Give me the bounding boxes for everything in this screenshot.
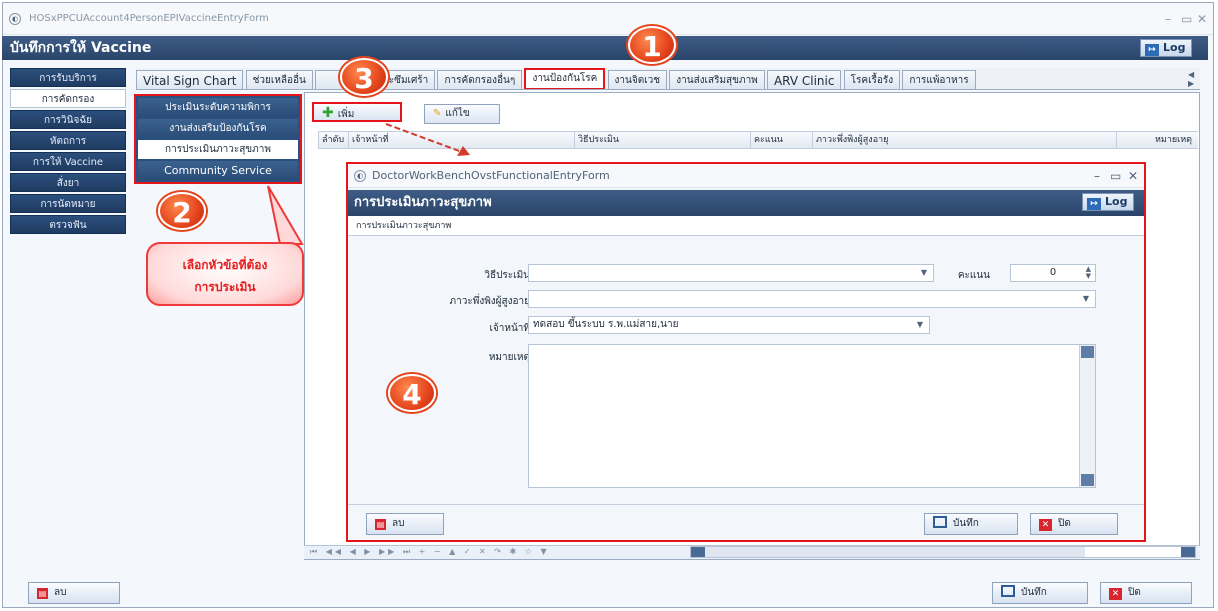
minimize-icon[interactable]: – [1165, 3, 1171, 35]
dialog-delete-button[interactable]: ▤ ลบ [366, 513, 444, 535]
score-label: คะแนน [957, 270, 990, 281]
left-nav-item-dental[interactable]: ตรวจฟัน [10, 215, 126, 234]
delete-button[interactable]: ▤ ลบ [28, 582, 120, 604]
staff-label: เจ้าหน้าที่ [489, 323, 530, 334]
tab-other-help[interactable]: ช่วยเหลืออื่น [245, 70, 313, 89]
tab-disease-prevention[interactable]: งานป้องกันโรค [524, 68, 606, 89]
window-title: HOSxPPCUAccount4PersonEPIVaccineEntryFor… [29, 13, 269, 24]
trash-icon: ▤ [375, 519, 386, 530]
dialog-log-button[interactable]: ↦ Log [1082, 193, 1135, 211]
note-scrollbar[interactable] [1079, 345, 1095, 487]
spinner-icon[interactable]: ▲ ▼ [1086, 266, 1091, 280]
dialog-header-title: การประเมินภาวะสุขภาพ [354, 195, 492, 210]
dialog-logo-icon: ◐ [354, 170, 366, 182]
scroll-left-icon[interactable] [691, 547, 705, 557]
dashed-arrow [385, 123, 470, 156]
page-title: บันทึกการให้ Vaccine [10, 40, 152, 56]
save-button[interactable]: บันทึก [992, 582, 1088, 604]
page-header: บันทึกการให้ Vaccine ↦ Log [2, 36, 1208, 60]
tab-food-allergy[interactable]: การแพ้อาหาร [902, 70, 976, 89]
note-textarea[interactable] [528, 344, 1096, 488]
callout-badge-3: 3 [340, 58, 388, 96]
app-logo-icon: ◐ [9, 13, 21, 25]
note-label: หมายเหตุ [488, 352, 530, 363]
dependency-select[interactable]: ▼ [528, 290, 1096, 308]
dialog-close-button[interactable]: ✕ ปิด [1030, 513, 1118, 535]
scroll-right-icon[interactable] [1181, 547, 1195, 557]
column-header-dependency[interactable]: ภาวะพึ่งพิงผู้สูงอายุ [812, 132, 1116, 148]
chevron-down-icon: ▼ [920, 268, 927, 277]
log-button[interactable]: ↦ Log [1140, 39, 1193, 57]
close-button[interactable]: ✕ ปิด [1100, 582, 1192, 604]
close-icon[interactable]: ✕ [1197, 3, 1207, 35]
sub-nav-item-health-assessment[interactable]: การประเมินภาวะสุขภาพ [138, 140, 298, 159]
tab-strip: Vital Sign Chart ช่วยเหลืออื่น องภาวะซึม… [136, 68, 1200, 90]
sub-nav-item-disability[interactable]: ประเมินระดับความพิการ [138, 98, 298, 117]
scroll-down-icon[interactable] [1081, 474, 1094, 486]
left-nav-item-diagnosis[interactable]: การวินิจฉัย [10, 110, 126, 129]
left-nav-item-vaccine[interactable]: การให้ Vaccine [10, 152, 126, 171]
left-nav-item-screening[interactable]: การคัดกรอง [10, 89, 126, 108]
dependency-label: ภาวะพึ่งพิงผู้สูงอายุ [449, 296, 530, 307]
left-nav-item-appointment[interactable]: การนัดหมาย [10, 194, 126, 213]
callout-badge-1: 1 [628, 26, 676, 64]
dialog-log-icon: ↦ [1087, 198, 1101, 210]
callout-badge-4: 4 [388, 374, 436, 412]
save-icon [1001, 585, 1015, 597]
instruction-bubble: เลือกหัวข้อที่ต้อง การประเมิน [146, 242, 304, 306]
scroll-up-icon[interactable] [1081, 346, 1094, 358]
dialog-save-button[interactable]: บันทึก [924, 513, 1018, 535]
left-nav-item-service[interactable]: การรับบริการ [10, 68, 126, 87]
left-nav-item-prescription[interactable]: สั่งยา [10, 173, 126, 192]
scroll-thumb[interactable] [705, 547, 1085, 557]
tab-vital-sign-chart[interactable]: Vital Sign Chart [136, 70, 244, 89]
maximize-icon[interactable]: ▭ [1181, 3, 1192, 35]
left-nav: การรับบริการ การคัดกรอง การวินิจฉัย หัตถ… [10, 68, 126, 236]
bubble-pointer [267, 185, 304, 245]
method-select[interactable]: ▼ [528, 264, 934, 282]
sub-nav: ประเมินระดับความพิการ งานส่งเสริมป้องกัน… [134, 94, 302, 184]
tab-psychiatry[interactable]: งานจิตเวช [607, 70, 668, 89]
window-titlebar: ◐ HOSxPPCUAccount4PersonEPIVaccineEntryF… [3, 3, 1213, 35]
dialog-subtitle: การประเมินภาวะสุขภาพ [348, 216, 1144, 236]
staff-select[interactable]: ทดสอบ ขึ้นระบบ ร.พ.แม่สาย,นาย ▼ [528, 316, 930, 334]
dialog-maximize-icon[interactable]: ▭ [1110, 164, 1121, 188]
dialog-minimize-icon[interactable]: – [1094, 164, 1100, 188]
horizontal-scrollbar[interactable] [690, 546, 1196, 558]
log-icon: ↦ [1145, 44, 1159, 56]
tab-scroll-arrows[interactable]: ◀ ▶ [1188, 70, 1218, 88]
dialog-header: การประเมินภาวะสุขภาพ ↦ Log [348, 190, 1144, 216]
tab-other-screening[interactable]: การคัดกรองอื่นๆ [437, 70, 523, 89]
sub-nav-item-prevention[interactable]: งานส่งเสริมป้องกันโรค [138, 119, 298, 138]
trash-icon: ▤ [37, 588, 48, 599]
score-spinner[interactable]: 0 ▲ ▼ [1010, 264, 1096, 282]
method-label: วิธีประเมิน [484, 270, 530, 281]
health-assessment-dialog: ◐ DoctorWorkBenchOvstFunctionalEntryForm… [346, 162, 1146, 542]
dialog-footer: ▤ ลบ บันทึก ✕ ปิด [348, 504, 1144, 540]
column-header-score[interactable]: คะแนน [750, 132, 812, 148]
column-header-method[interactable]: วิธีประเมิน [574, 132, 750, 148]
dialog-titlebar: ◐ DoctorWorkBenchOvstFunctionalEntryForm… [348, 164, 1144, 188]
close-x-icon: ✕ [1109, 588, 1122, 600]
sub-nav-item-community-service[interactable]: Community Service [138, 161, 298, 180]
tab-arv-clinic[interactable]: ARV Clinic [766, 70, 842, 89]
left-nav-item-procedure[interactable]: หัตถการ [10, 131, 126, 150]
chevron-down-icon: ▼ [1082, 294, 1089, 303]
column-header-note[interactable]: หมายเหตุ [1116, 132, 1198, 148]
column-header-order[interactable]: ลำดับ [318, 132, 348, 148]
dialog-title: DoctorWorkBenchOvstFunctionalEntryForm [372, 169, 610, 182]
tab-health-promotion[interactable]: งานส่งเสริมสุขภาพ [669, 70, 765, 89]
tab-chronic[interactable]: โรคเรื้อรัง [843, 70, 901, 89]
dialog-close-icon[interactable]: ✕ [1128, 164, 1138, 188]
plus-icon: ✚ [322, 105, 334, 121]
save-icon [933, 516, 947, 528]
chevron-down-icon: ▼ [916, 320, 923, 329]
close-x-icon: ✕ [1039, 519, 1052, 531]
callout-badge-2: 2 [158, 192, 206, 230]
